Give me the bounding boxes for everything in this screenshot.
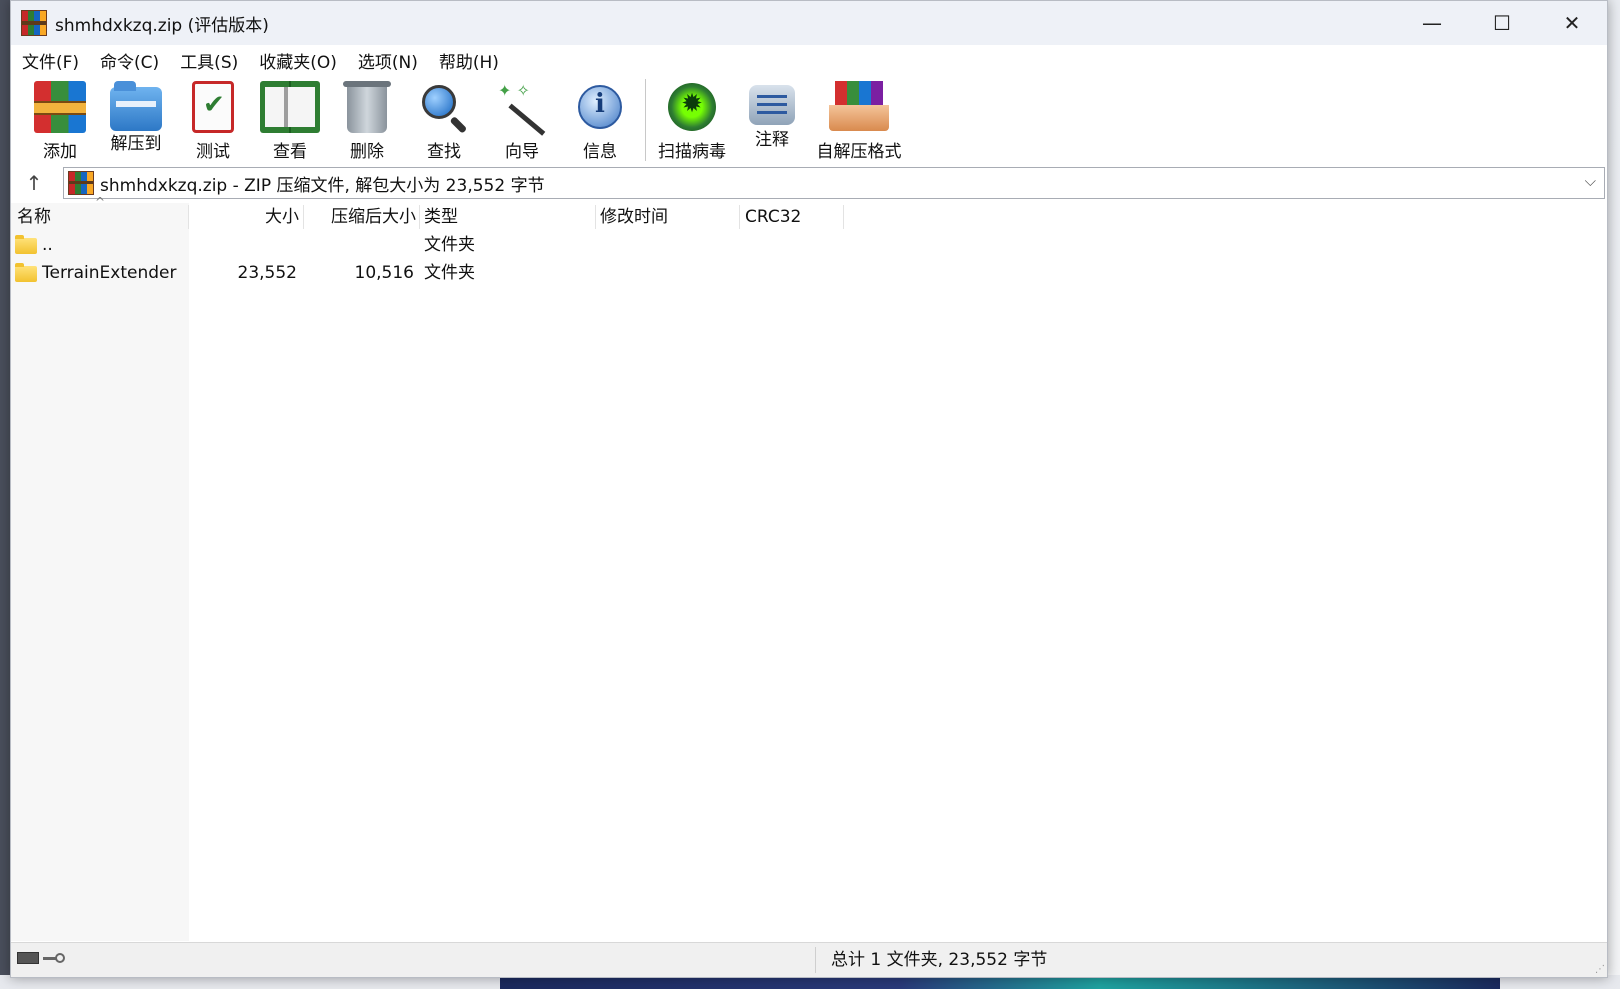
file-list[interactable]: 名称 ^ 大小 压缩后大小 类型 修改时间 CRC32 .. 文件夹 Terra… <box>11 195 1607 941</box>
chevron-down-icon[interactable]: ⌵ <box>1585 172 1596 190</box>
wizard-wand-icon <box>496 81 548 133</box>
sfx-button[interactable]: 自解压格式 <box>812 75 906 165</box>
title-bar[interactable]: shmhdxkzq.zip (评估版本) — ☐ ✕ <box>11 1 1607 45</box>
test-icon <box>192 81 234 133</box>
column-header-type[interactable]: 类型 <box>424 203 594 231</box>
view-label: 查看 <box>273 142 307 162</box>
file-row-terrainextender[interactable]: TerrainExtender 23,552 10,516 文件夹 <box>11 259 1607 287</box>
file-packed-size <box>304 231 414 259</box>
column-divider[interactable] <box>739 205 740 229</box>
status-summary: 总计 1 文件夹, 23,552 字节 <box>831 950 1048 970</box>
virus-scan-icon <box>666 81 718 133</box>
delete-button[interactable]: 删除 <box>329 75 405 165</box>
wizard-label: 向导 <box>505 142 539 162</box>
add-label: 添加 <box>43 142 77 162</box>
info-icon <box>574 81 626 133</box>
find-label: 查找 <box>427 142 461 162</box>
resize-grip-icon[interactable]: ⋰ <box>1595 964 1605 975</box>
status-bar: 总计 1 文件夹, 23,552 字节 ⋰ <box>11 942 1607 977</box>
file-size: 23,552 <box>237 263 297 283</box>
folder-icon <box>15 263 37 282</box>
test-label: 测试 <box>196 142 230 162</box>
view-book-icon <box>260 81 320 133</box>
winrar-window: shmhdxkzq.zip (评估版本) — ☐ ✕ 文件(F) 命令(C) 工… <box>10 0 1608 978</box>
test-button[interactable]: 测试 <box>175 75 251 165</box>
file-row-parent[interactable]: .. 文件夹 <box>11 231 1607 259</box>
column-divider[interactable] <box>843 205 844 229</box>
column-header-crc32[interactable]: CRC32 <box>745 203 845 231</box>
key-icon[interactable] <box>43 953 65 963</box>
status-divider <box>815 947 816 973</box>
window-controls: — ☐ ✕ <box>1397 1 1607 45</box>
magnifier-icon <box>418 81 470 133</box>
trash-icon <box>343 81 391 133</box>
file-type: 文件夹 <box>424 263 475 283</box>
menu-favorites[interactable]: 收藏夹(O) <box>248 48 347 73</box>
file-name: .. <box>42 235 53 255</box>
column-divider[interactable] <box>419 205 420 229</box>
file-name: TerrainExtender <box>42 263 177 283</box>
add-archive-icon <box>34 81 86 133</box>
toolbar: 添加 解压到 测试 查看 删除 查找 向导 信息 <box>11 75 1607 165</box>
window-title: shmhdxkzq.zip (评估版本) <box>55 15 269 36</box>
sort-ascending-icon: ^ <box>95 195 106 209</box>
extract-to-label: 解压到 <box>110 134 162 154</box>
toolbar-separator <box>645 79 646 161</box>
file-size <box>189 231 297 259</box>
file-type: 文件夹 <box>424 235 475 255</box>
maximize-button[interactable]: ☐ <box>1467 1 1537 45</box>
comment-icon <box>749 85 795 125</box>
archive-icon <box>68 171 94 195</box>
column-header-size[interactable]: 大小 <box>189 203 299 231</box>
info-label: 信息 <box>583 142 617 162</box>
desktop-background-right <box>1606 0 1620 989</box>
arrow-up-icon: ↑ <box>25 171 43 195</box>
folder-up-icon <box>15 235 37 254</box>
virus-scan-button[interactable]: 扫描病毒 <box>652 75 732 165</box>
minimize-button[interactable]: — <box>1397 1 1467 45</box>
up-folder-button[interactable]: ↑ <box>11 165 57 201</box>
menu-help[interactable]: 帮助(H) <box>428 48 509 73</box>
comment-button[interactable]: 注释 <box>732 75 812 165</box>
menu-bar: 文件(F) 命令(C) 工具(S) 收藏夹(O) 选项(N) 帮助(H) <box>11 45 1607 75</box>
column-header-modified[interactable]: 修改时间 <box>600 203 740 231</box>
column-header-row: 名称 ^ 大小 压缩后大小 类型 修改时间 CRC32 <box>11 195 1607 231</box>
sfx-label: 自解压格式 <box>816 142 902 162</box>
wizard-button[interactable]: 向导 <box>483 75 561 165</box>
add-button[interactable]: 添加 <box>23 75 97 165</box>
menu-tools[interactable]: 工具(S) <box>169 48 248 73</box>
info-button[interactable]: 信息 <box>561 75 639 165</box>
address-bar: ↑ shmhdxkzq.zip - ZIP 压缩文件, 解包大小为 23,552… <box>11 165 1607 201</box>
status-icons <box>17 952 65 964</box>
close-button[interactable]: ✕ <box>1537 1 1607 45</box>
address-path-text: shmhdxkzq.zip - ZIP 压缩文件, 解包大小为 23,552 字… <box>100 175 545 196</box>
extract-to-icon <box>110 81 162 131</box>
comment-label: 注释 <box>755 130 789 150</box>
winrar-app-icon <box>21 10 47 36</box>
menu-file[interactable]: 文件(F) <box>11 48 89 73</box>
delete-label: 删除 <box>350 142 384 162</box>
column-divider[interactable] <box>595 205 596 229</box>
menu-commands[interactable]: 命令(C) <box>89 48 169 73</box>
file-packed-size: 10,516 <box>354 263 414 283</box>
column-header-packed-size[interactable]: 压缩后大小 <box>304 203 416 231</box>
find-button[interactable]: 查找 <box>405 75 483 165</box>
virus-scan-label: 扫描病毒 <box>658 142 726 162</box>
address-path-combobox[interactable]: shmhdxkzq.zip - ZIP 压缩文件, 解包大小为 23,552 字… <box>63 167 1605 199</box>
drive-icon[interactable] <box>17 952 39 964</box>
menu-options[interactable]: 选项(N) <box>347 48 428 73</box>
view-button[interactable]: 查看 <box>251 75 329 165</box>
name-column-background <box>11 203 189 941</box>
extract-to-button[interactable]: 解压到 <box>97 75 175 165</box>
sfx-icon <box>829 81 889 133</box>
